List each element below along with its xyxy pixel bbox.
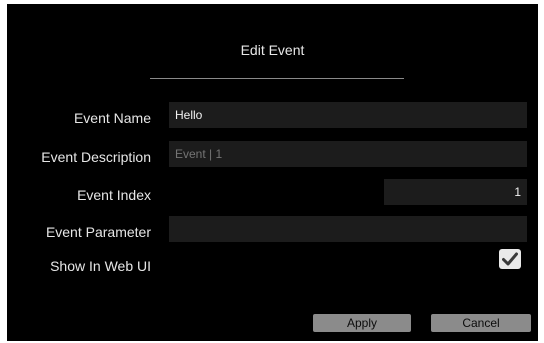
event-name-input[interactable] (169, 102, 527, 128)
event-index-input[interactable] (384, 179, 527, 205)
event-parameter-label: Event Parameter (45, 224, 151, 240)
title-divider (150, 78, 404, 79)
checkmark-icon (502, 252, 518, 266)
event-description-label: Event Description (41, 149, 151, 165)
apply-button[interactable]: Apply (313, 314, 411, 332)
edit-event-dialog: Edit Event Event Name Event Description … (7, 4, 538, 341)
event-description-input[interactable] (169, 141, 527, 167)
show-in-web-ui-label: Show In Web UI (50, 258, 151, 274)
cancel-button[interactable]: Cancel (431, 314, 531, 332)
event-parameter-input[interactable] (169, 216, 527, 242)
show-in-web-ui-checkbox[interactable] (499, 249, 521, 269)
event-index-label: Event Index (77, 187, 151, 203)
event-name-label: Event Name (73, 110, 151, 126)
dialog-title: Edit Event (240, 42, 305, 58)
